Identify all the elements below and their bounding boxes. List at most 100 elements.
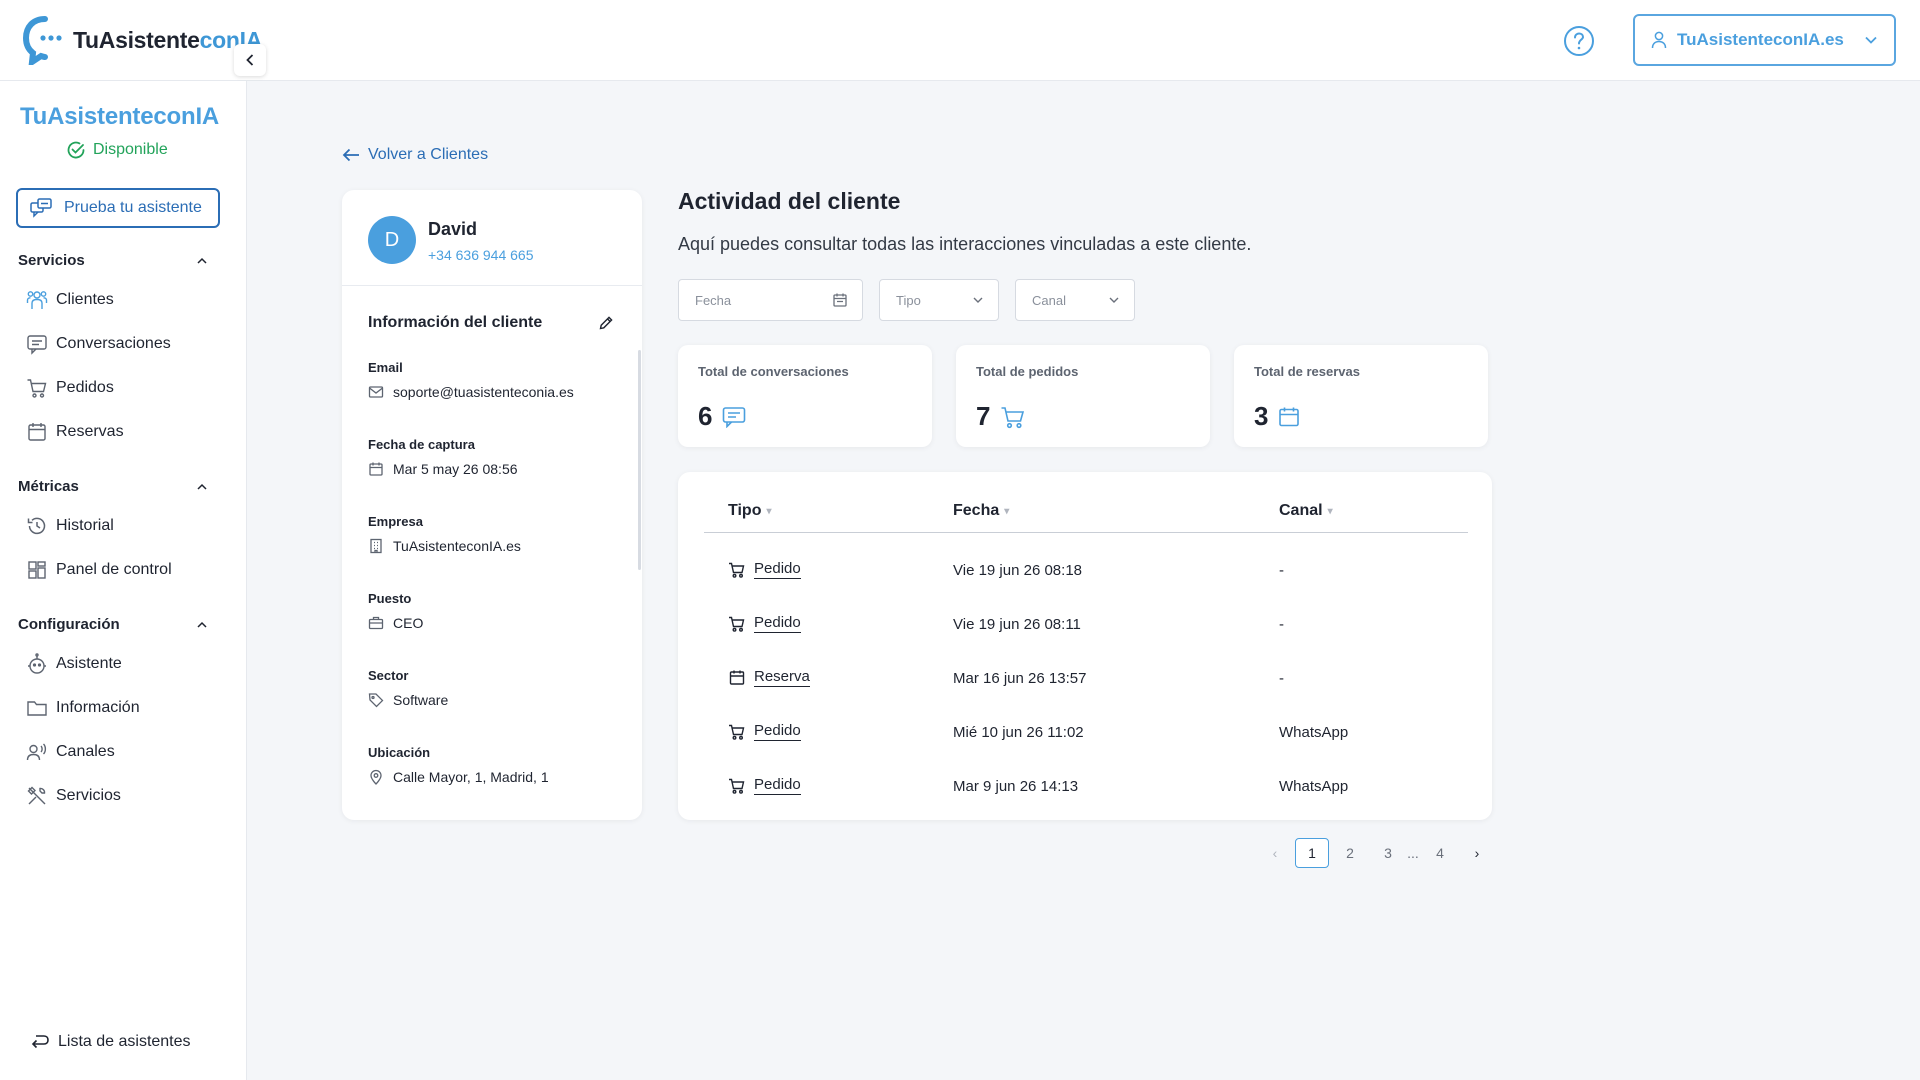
column-header-tipo[interactable]: Tipo ▾ (728, 502, 772, 520)
field-label: Email (368, 360, 403, 375)
type-filter-placeholder: Tipo (896, 292, 921, 308)
type-filter[interactable]: Tipo (879, 279, 999, 321)
row-type: Pedido (728, 560, 801, 579)
row-type: Pedido (728, 722, 801, 741)
column-label: Fecha (953, 502, 1000, 519)
sidebar-item-conversaciones[interactable]: Conversaciones (26, 333, 171, 355)
help-circle-icon (1564, 26, 1594, 56)
dashboard-icon (28, 561, 46, 579)
sidebar-collapse-button[interactable] (234, 44, 266, 76)
field-fecha-captura: Fecha de captura Mar 5 may 26 08:56 (368, 437, 618, 477)
account-label: TuAsistenteconIA.es (1677, 30, 1844, 49)
row-type: Reserva (728, 668, 810, 687)
channel-filter[interactable]: Canal (1015, 279, 1135, 321)
cart-icon (729, 616, 745, 632)
channel-filter-placeholder: Canal (1032, 292, 1066, 308)
sidebar-item-historial[interactable]: Historial (26, 515, 114, 537)
field-value: CEO (368, 615, 618, 631)
stat-value: 6 (698, 401, 713, 431)
assistant-name: TuAsistenteconIA (20, 103, 220, 130)
row-type: Pedido (728, 776, 801, 795)
edit-client-button[interactable] (598, 315, 614, 331)
sector-value: Software (393, 692, 449, 708)
sidebar-item-clientes[interactable]: Clientes (26, 289, 114, 311)
client-card-scrollbar[interactable] (638, 350, 641, 570)
column-header-canal[interactable]: Canal ▾ (1279, 502, 1333, 520)
sidebar-item-pedidos[interactable]: Pedidos (26, 377, 114, 399)
try-assistant-label: Prueba tu asistente (64, 199, 202, 216)
date-filter[interactable]: Fecha (678, 279, 863, 321)
table-row: Pedido Vie 19 jun 26 08:11 - (678, 598, 1492, 652)
pagination-page-2[interactable]: 2 (1333, 838, 1367, 868)
cart-icon (729, 724, 745, 740)
location-value: Calle Mayor, 1, Madrid, 1 (393, 769, 549, 785)
sidebar-item-asistente[interactable]: Asistente (26, 653, 122, 675)
field-ubicacion: Ubicación Calle Mayor, 1, Madrid, 1 (368, 745, 618, 785)
section-metricas[interactable]: Métricas (18, 478, 208, 495)
chevron-up-icon (197, 483, 207, 490)
row-type-link[interactable]: Pedido (754, 560, 801, 579)
field-value: TuAsistenteconIA.es (368, 538, 618, 554)
pagination-next-button[interactable]: › (1460, 838, 1494, 868)
building-icon (370, 538, 382, 554)
field-label: Fecha de captura (368, 437, 475, 452)
sidebar-item-servicios[interactable]: Servicios (26, 785, 121, 807)
voice-channel-icon (26, 743, 47, 761)
sidebar-item-informacion[interactable]: Información (26, 697, 140, 719)
try-assistant-button[interactable]: Prueba tu asistente (16, 188, 220, 228)
client-phone[interactable]: +34 636 944 665 (428, 247, 534, 263)
stat-value-wrap: 7 (976, 401, 1026, 432)
chat-bubble-logo-icon (23, 16, 62, 65)
client-info-title: Información del cliente (368, 314, 543, 331)
field-empresa: Empresa TuAsistenteconIA.es (368, 514, 618, 554)
stat-total-reservas: Total de reservas 3 (1234, 345, 1488, 447)
row-type-link[interactable]: Pedido (754, 722, 801, 741)
section-configuracion[interactable]: Configuración (18, 616, 208, 633)
field-label: Ubicación (368, 745, 431, 760)
section-label: Servicios (18, 252, 85, 269)
table-row: Pedido Mié 10 jun 26 11:02 WhatsApp (678, 706, 1492, 760)
row-type-link[interactable]: Pedido (754, 776, 801, 795)
row-date: Vie 19 jun 26 08:11 (953, 616, 1081, 633)
sidebar-item-label: Clientes (56, 291, 114, 308)
client-name: David (428, 219, 478, 239)
status-text: Disponible (93, 141, 168, 158)
row-type-link[interactable]: Pedido (754, 614, 801, 633)
location-pin-icon (370, 769, 382, 785)
brand-logo[interactable]: TuAsistenteconIA (23, 15, 262, 65)
calendar-icon (833, 293, 847, 307)
stat-total-conversaciones: Total de conversaciones 6 (678, 345, 932, 447)
row-channel: - (1279, 562, 1284, 579)
assistant-list-link[interactable]: Lista de asistentes (30, 1032, 191, 1052)
chevron-left-icon (246, 54, 254, 66)
sidebar-item-label: Servicios (56, 787, 121, 804)
row-channel: - (1279, 670, 1284, 687)
back-to-clients-link[interactable]: Volver a Clientes (342, 146, 488, 164)
sidebar-item-reservas[interactable]: Reservas (26, 421, 124, 443)
help-button[interactable] (1563, 25, 1595, 57)
field-puesto: Puesto CEO (368, 591, 618, 631)
pagination-prev-button[interactable]: ‹ (1258, 838, 1292, 868)
sidebar-item-label: Conversaciones (56, 335, 171, 352)
pagination-page-1[interactable]: 1 (1295, 838, 1329, 868)
account-dropdown[interactable]: TuAsistenteconIA.es (1633, 14, 1896, 66)
row-type-link[interactable]: Reserva (754, 668, 810, 687)
pagination-page-4[interactable]: 4 (1423, 838, 1457, 868)
sort-caret-icon: ▾ (766, 505, 772, 517)
sidebar-item-panel-de-control[interactable]: Panel de control (26, 559, 172, 581)
chevron-up-icon (197, 621, 207, 628)
row-channel: WhatsApp (1279, 724, 1349, 741)
chevron-down-icon (973, 297, 983, 303)
stat-total-pedidos: Total de pedidos 7 (956, 345, 1210, 447)
company-value: TuAsistenteconIA.es (393, 538, 521, 554)
mail-icon (368, 386, 384, 398)
sidebar-item-canales[interactable]: Canales (26, 741, 115, 763)
column-header-fecha[interactable]: Fecha ▾ (953, 502, 1009, 520)
pencil-icon (599, 316, 613, 330)
section-servicios[interactable]: Servicios (18, 252, 208, 269)
cart-icon (729, 562, 745, 578)
stat-value-wrap: 3 (1254, 401, 1300, 432)
robot-icon (28, 653, 46, 674)
top-header: TuAsistenteconIA TuAsistenteconIA.es (0, 0, 1920, 81)
return-arrow-icon (31, 1035, 49, 1049)
